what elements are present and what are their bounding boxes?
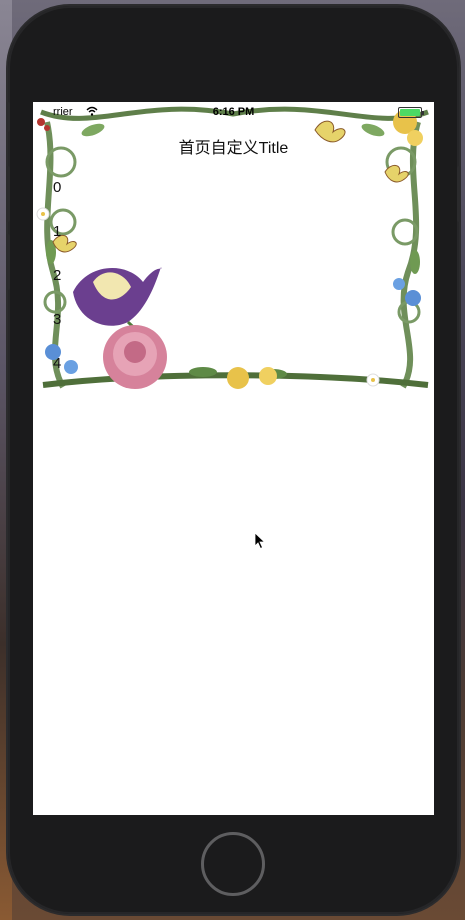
- battery-tip: [422, 111, 424, 115]
- home-button[interactable]: [201, 832, 265, 896]
- mute-switch: [6, 102, 10, 132]
- list-item[interactable]: 3: [53, 310, 93, 354]
- mouse-cursor-icon: [254, 532, 266, 550]
- index-list: 0 1 2 3 4: [53, 178, 93, 398]
- power-button: [457, 166, 461, 222]
- phone-screen: rrier 6:16 PM 首页自定义Title 0 1 2 3 4: [33, 102, 434, 815]
- volume-down-button: [6, 234, 10, 290]
- volume-up-button: [6, 166, 10, 222]
- list-item[interactable]: 1: [53, 222, 93, 266]
- list-item[interactable]: 2: [53, 266, 93, 310]
- floral-header-banner: rrier 6:16 PM 首页自定义Title 0 1 2 3 4: [33, 102, 434, 390]
- status-time: 6:16 PM: [212, 106, 255, 118]
- iphone-device-frame: rrier 6:16 PM 首页自定义Title 0 1 2 3 4: [6, 6, 461, 914]
- list-item[interactable]: 0: [53, 178, 93, 222]
- scroll-content-area[interactable]: [33, 390, 434, 815]
- battery-icon: [398, 107, 424, 118]
- nav-title: 首页自定义Title: [178, 140, 289, 157]
- status-bar: rrier 6:16 PM: [33, 102, 434, 122]
- battery-level: [400, 109, 420, 116]
